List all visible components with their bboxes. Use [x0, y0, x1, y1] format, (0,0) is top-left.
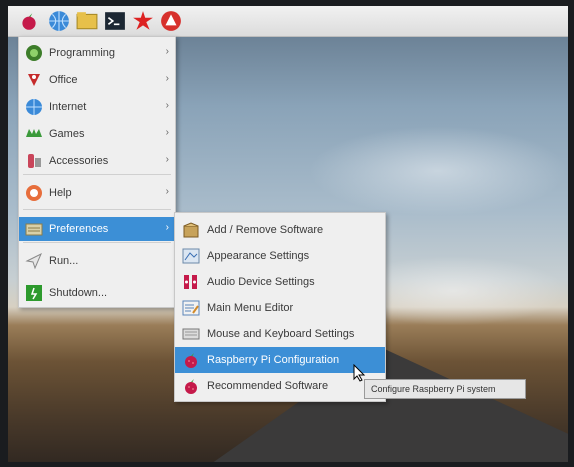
submenu-item-label: Mouse and Keyboard Settings [207, 328, 355, 340]
submenu-item-label: Appearance Settings [207, 250, 310, 262]
mathematica-icon[interactable] [132, 10, 154, 32]
tooltip-text: Configure Raspberry Pi system [371, 384, 496, 394]
submenu-item-label: Main Menu Editor [207, 302, 294, 314]
package-icon [181, 220, 201, 240]
chevron-right-icon: › [165, 154, 169, 165]
menu-item-label: Office [49, 74, 78, 86]
menu-separator [23, 209, 171, 210]
office-icon [24, 70, 44, 90]
accessories-icon [24, 151, 44, 171]
taskbar [8, 6, 568, 37]
games-icon [24, 124, 44, 144]
cloud [308, 126, 568, 216]
mouse-cursor-icon [353, 364, 366, 382]
menu-item-help[interactable]: Help › [19, 181, 175, 205]
raspberry-icon [181, 376, 201, 396]
menu-item-label: Help [49, 187, 72, 199]
menu-item-shutdown[interactable]: Shutdown... [19, 281, 175, 305]
menu-item-run[interactable]: Run... [19, 249, 175, 273]
menu-item-label: Accessories [49, 155, 109, 167]
shutdown-icon [24, 283, 44, 303]
raspberry-icon [181, 350, 201, 370]
internet-icon [24, 97, 44, 117]
menu-item-label: Games [49, 128, 85, 140]
wolfram-icon[interactable] [160, 10, 182, 32]
submenu-item-audio-device-settings[interactable]: Audio Device Settings [175, 269, 385, 295]
menu-item-label: Preferences [49, 223, 109, 235]
submenu-item-main-menu-editor[interactable]: Main Menu Editor [175, 295, 385, 321]
menu-item-programming[interactable]: Programming › [19, 41, 175, 65]
menu-item-office[interactable]: Office › [19, 68, 175, 92]
submenu-item-add-remove-software[interactable]: Add / Remove Software [175, 217, 385, 243]
menu-item-label: Internet [49, 101, 87, 113]
terminal-icon[interactable] [104, 10, 126, 32]
menu-separator [23, 174, 171, 175]
chevron-right-icon: › [165, 46, 169, 57]
file-manager-icon[interactable] [76, 10, 98, 32]
menu-item-accessories[interactable]: Accessories › [19, 149, 175, 173]
menu-item-games[interactable]: Games › [19, 122, 175, 146]
submenu-item-label: Add / Remove Software [207, 224, 324, 236]
help-icon [24, 183, 44, 203]
menu-item-preferences[interactable]: Preferences › [19, 217, 175, 241]
chevron-right-icon: › [165, 186, 169, 197]
submenu-item-label: Recommended Software [207, 380, 329, 392]
desktop: Programming › Office › Internet › Games › Access… [8, 6, 568, 462]
submenu-item-label: Audio Device Settings [207, 276, 315, 288]
menu-item-label: Shutdown... [49, 287, 108, 299]
submenu-item-mouse-and-keyboard-settings[interactable]: Mouse and Keyboard Settings [175, 321, 385, 347]
preferences-icon [24, 219, 44, 239]
audio-icon [181, 272, 201, 292]
menu-separator [23, 242, 171, 243]
globe-icon[interactable] [48, 10, 70, 32]
submenu-item-appearance-settings[interactable]: Appearance Settings [175, 243, 385, 269]
chevron-right-icon: › [165, 222, 169, 233]
keyboard-icon [181, 324, 201, 344]
menu-item-label: Run... [49, 255, 79, 267]
menu-editor-icon [181, 298, 201, 318]
chevron-right-icon: › [165, 73, 169, 84]
appearance-icon [181, 246, 201, 266]
chevron-right-icon: › [165, 127, 169, 138]
main-menu: Programming › Office › Internet › Games › Access… [18, 36, 176, 308]
chevron-right-icon: › [165, 100, 169, 111]
programming-icon [24, 43, 44, 63]
run-icon [24, 251, 44, 271]
menu-item-internet[interactable]: Internet › [19, 95, 175, 119]
tooltip: Configure Raspberry Pi system [364, 379, 526, 399]
raspberry-menu-icon[interactable] [18, 10, 40, 32]
submenu-item-label: Raspberry Pi Configuration [207, 354, 340, 366]
menu-item-label: Programming [49, 47, 116, 59]
